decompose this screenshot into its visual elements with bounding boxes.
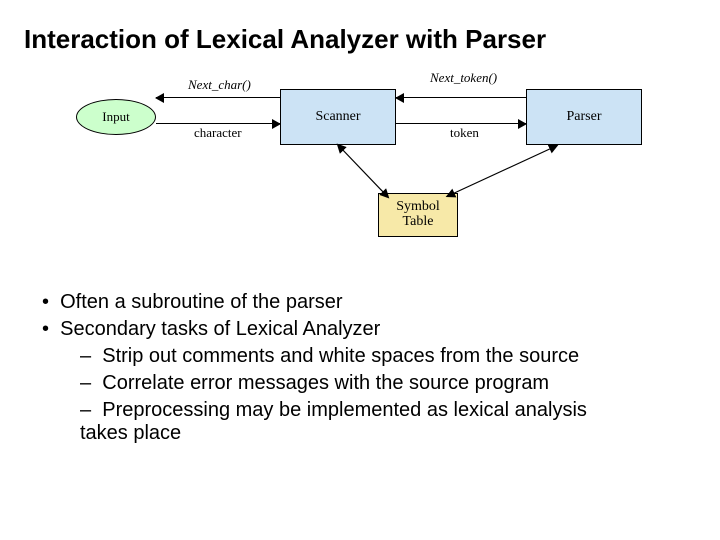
parser-label: Parser [567, 109, 602, 125]
subbullet-1-text: Strip out comments and white spaces from… [102, 345, 579, 367]
scanner-label: Scanner [315, 109, 360, 125]
subbullet-2: – Correlate error messages with the sour… [80, 372, 696, 395]
input-node: Input [76, 99, 156, 135]
token-label: token [450, 125, 479, 141]
arrow-nexttoken [396, 97, 526, 98]
subbullet-3-text: Preprocessing may be implemented as lexi… [80, 399, 587, 444]
bullet-2-text: Secondary tasks of Lexical Analyzer [60, 318, 380, 340]
character-label: character [194, 125, 242, 141]
scanner-node: Scanner [280, 89, 396, 145]
symbol-table-label-1: Symbol [396, 200, 440, 215]
next-char-label: Next_char() [188, 77, 251, 93]
bullet-1-text: Often a subroutine of the parser [60, 291, 342, 313]
subbullet-2-text: Correlate error messages with the source… [102, 372, 549, 394]
diagram-area: Input Scanner Parser Symbol Table Next_c… [32, 69, 692, 269]
arrow-token [396, 123, 526, 124]
next-token-label: Next_token() [430, 70, 497, 86]
subbullet-3: – Preprocessing may be implemented as le… [80, 399, 640, 445]
parser-node: Parser [526, 89, 642, 145]
input-label: Input [102, 109, 129, 125]
symbol-table-label-2: Table [403, 215, 434, 230]
bullet-1: • Often a subroutine of the parser [42, 291, 696, 314]
arrow-character [156, 123, 280, 124]
arrow-nextchar [156, 97, 280, 98]
bullet-2: • Secondary tasks of Lexical Analyzer [42, 318, 696, 341]
subbullet-1: – Strip out comments and white spaces fr… [80, 345, 696, 368]
bullet-list: • Often a subroutine of the parser • Sec… [24, 291, 696, 445]
page-title: Interaction of Lexical Analyzer with Par… [24, 24, 696, 55]
